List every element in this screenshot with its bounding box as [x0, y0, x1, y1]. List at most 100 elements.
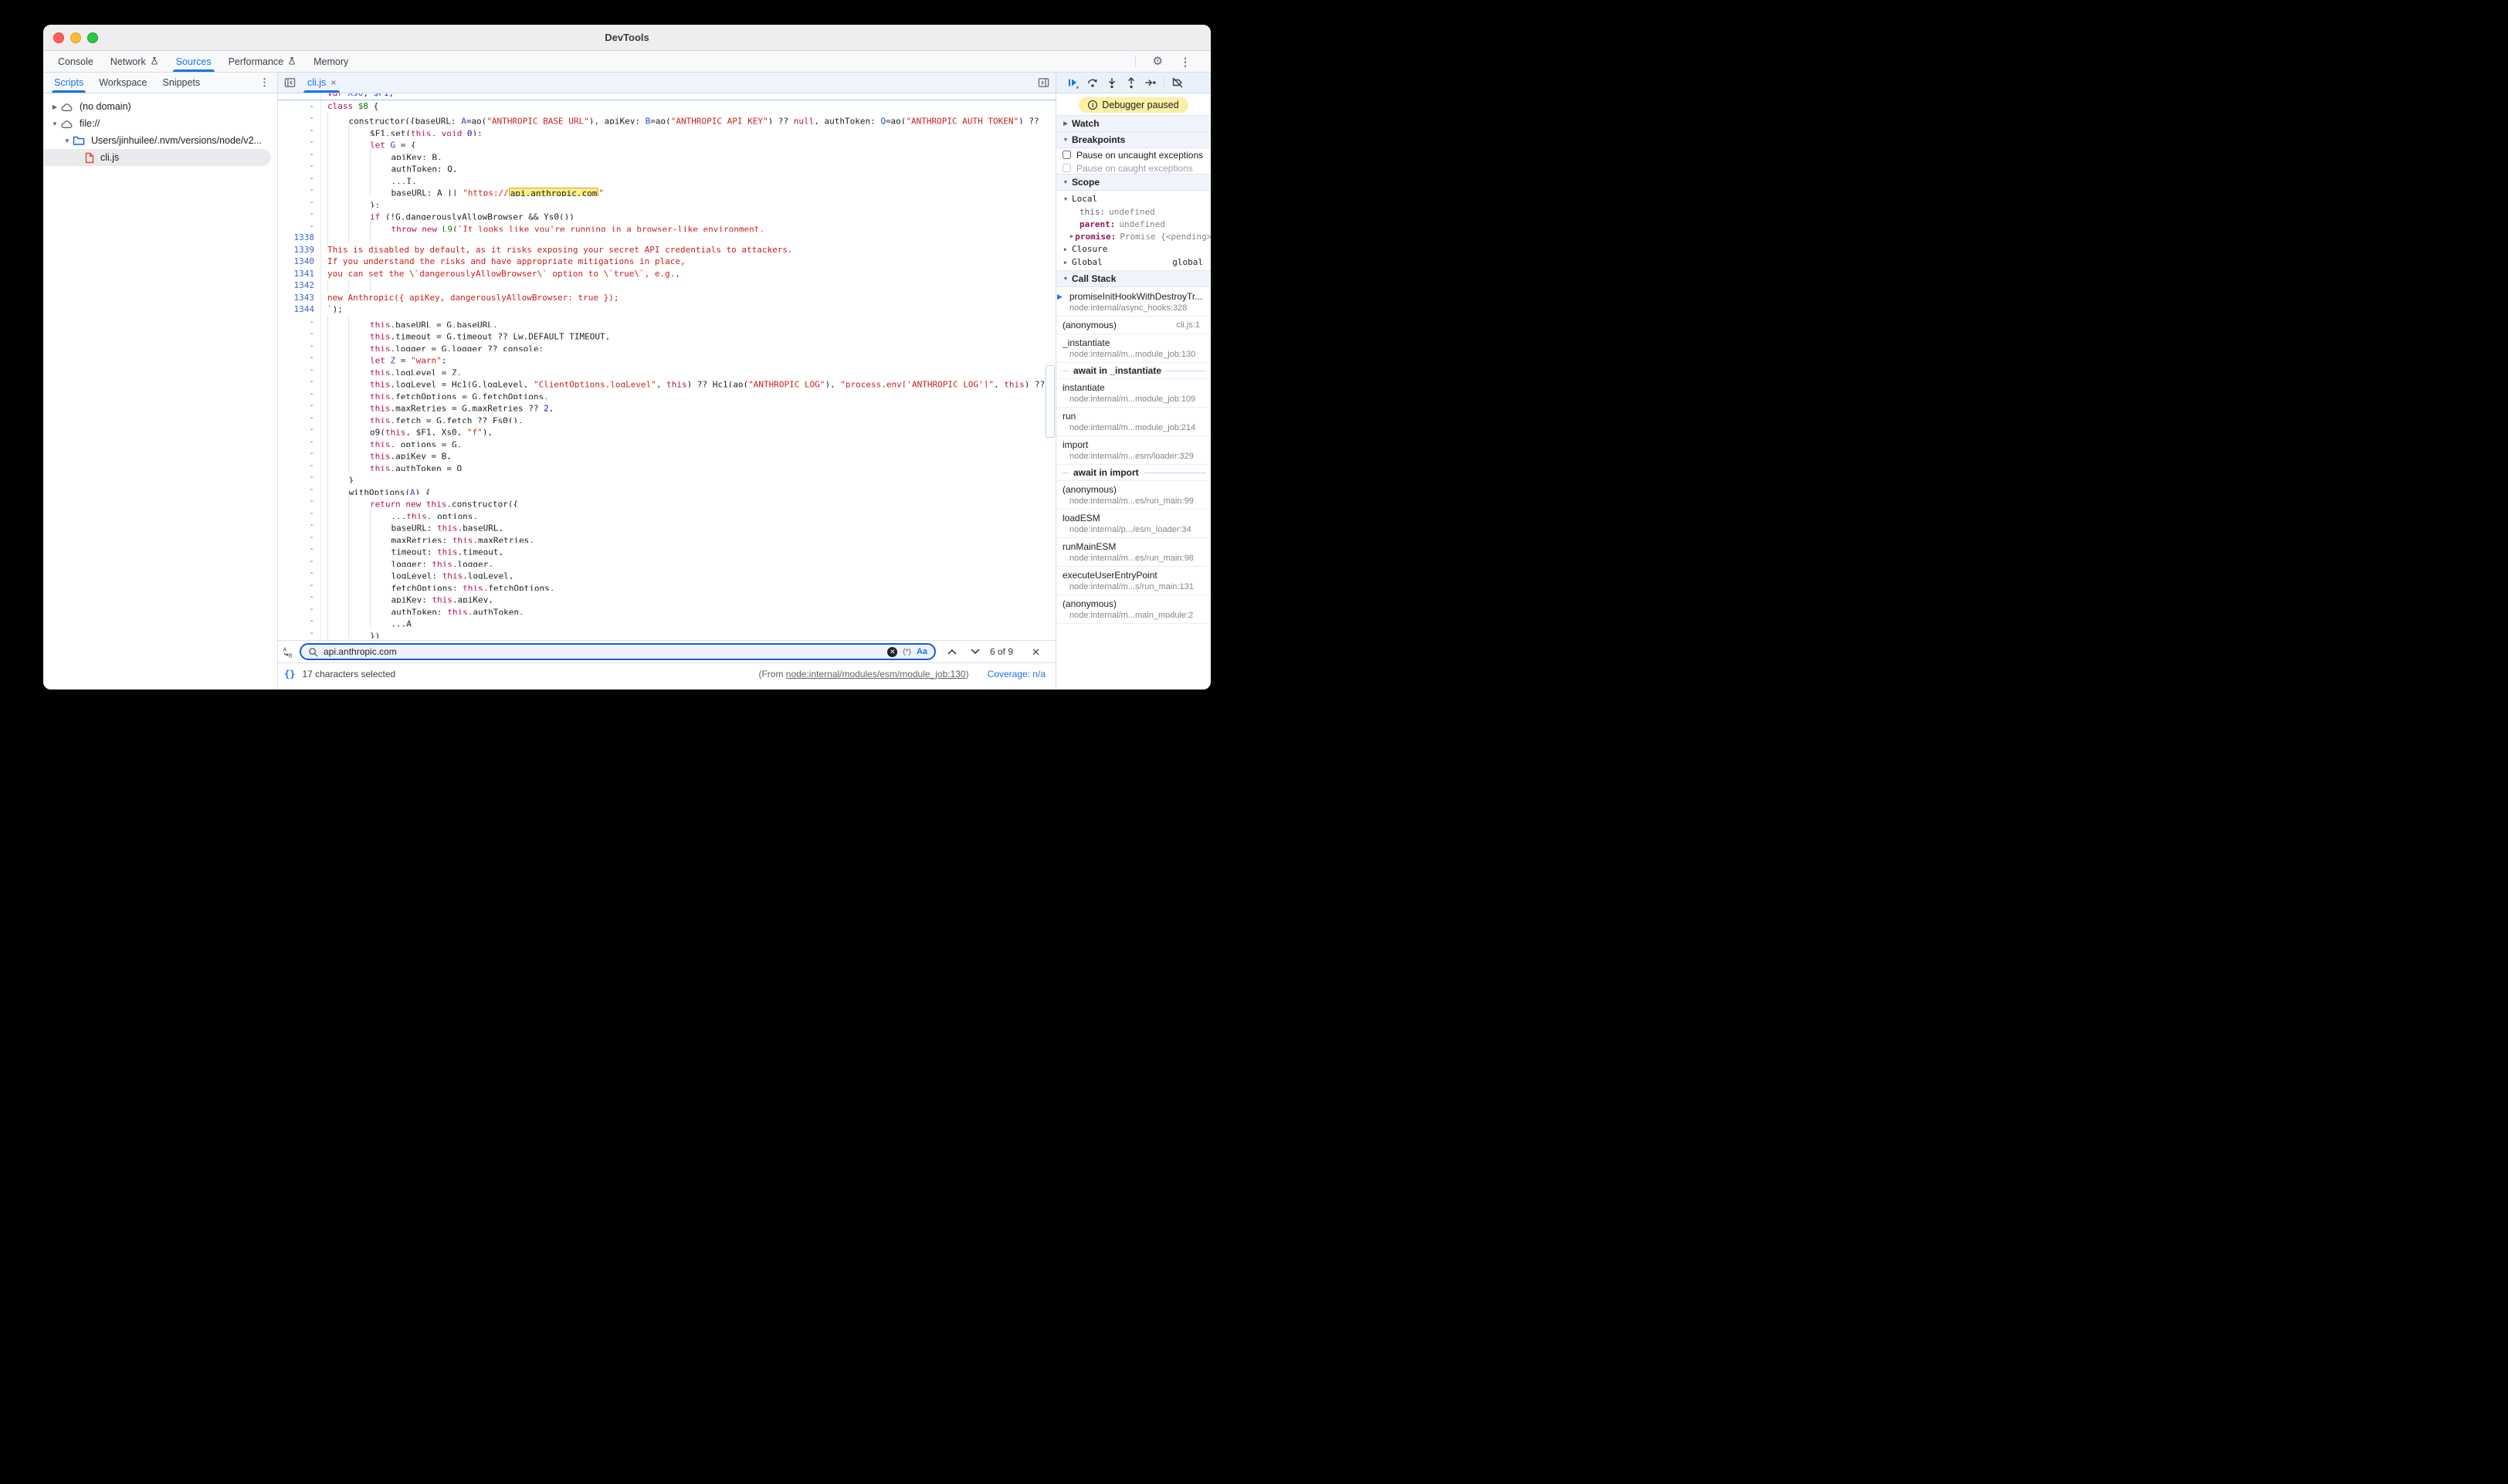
code-line[interactable]: -this.fetch = G.fetch ?? Fs0(),: [278, 412, 1056, 424]
line-gutter[interactable]: -: [278, 495, 320, 507]
line-gutter[interactable]: -: [278, 196, 320, 208]
code-line[interactable]: -o9(this, $F1, Xs0, "f"),: [278, 423, 1056, 435]
line-gutter[interactable]: -: [278, 543, 320, 555]
call-stack-frame[interactable]: (anonymous)node:internal/m...es/run_main…: [1056, 481, 1211, 510]
line-gutter[interactable]: -: [278, 603, 320, 615]
chevron-down-icon[interactable]: ▼: [49, 120, 60, 127]
line-gutter[interactable]: -: [278, 399, 320, 412]
editor-scrollbar-thumb[interactable]: [1046, 365, 1055, 438]
step-out-icon[interactable]: [1125, 76, 1137, 89]
call-stack-frame[interactable]: importnode:internal/m...esm/loader:329: [1056, 436, 1211, 465]
line-gutter[interactable]: -: [278, 327, 320, 340]
clear-search-icon[interactable]: ✕: [887, 647, 897, 657]
call-stack-frame[interactable]: runMainESMnode:internal/m...es/run_main:…: [1056, 538, 1211, 567]
code-line[interactable]: -authToken: this.authToken,: [278, 603, 1056, 615]
code-line[interactable]: -throw new L9(`It looks like you're runn…: [278, 220, 1056, 232]
line-gutter[interactable]: -: [278, 364, 320, 376]
line-gutter[interactable]: -: [278, 351, 320, 364]
line-gutter[interactable]: -: [278, 340, 320, 352]
line-gutter[interactable]: -: [278, 100, 320, 113]
line-gutter[interactable]: -: [278, 316, 320, 328]
line-gutter[interactable]: -: [278, 627, 320, 639]
line-gutter[interactable]: -: [278, 471, 320, 483]
code-line[interactable]: -apiKey: this.apiKey,: [278, 591, 1056, 603]
debugger-panel-toggle-icon[interactable]: [1038, 77, 1049, 88]
call-stack-frame[interactable]: runnode:internal/m...module_job:214: [1056, 408, 1211, 436]
line-gutter[interactable]: -: [278, 423, 320, 435]
code-line[interactable]: var Xs0, $F1;: [278, 93, 1056, 100]
code-line[interactable]: -this._options = G,: [278, 435, 1056, 448]
call-stack-frame[interactable]: loadESMnode:internal/p.../esm_loader:34: [1056, 510, 1211, 538]
coverage-link[interactable]: Coverage: n/a: [988, 669, 1046, 679]
code-line[interactable]: -this.authToken = Q: [278, 459, 1056, 472]
scope-variable-row[interactable]: ▶promise:Promise {<pending>}: [1056, 230, 1211, 242]
code-line[interactable]: -logger: this.logger,: [278, 555, 1056, 568]
close-search-icon[interactable]: ✕: [1032, 641, 1040, 663]
line-gutter[interactable]: -: [278, 555, 320, 568]
braces-icon[interactable]: {}: [284, 669, 295, 679]
line-gutter[interactable]: 1339: [278, 244, 320, 256]
tab-console[interactable]: Console: [49, 51, 102, 72]
line-gutter[interactable]: -: [278, 567, 320, 579]
next-match-icon[interactable]: [970, 647, 981, 656]
section-breakpoints[interactable]: ▼Breakpoints: [1056, 131, 1211, 148]
code-line[interactable]: -authToken: Q,: [278, 160, 1056, 172]
code-line[interactable]: -class $8 {: [278, 100, 1056, 113]
tree-item-node-folder[interactable]: ▼ Users/jinhuilee/.nvm/versions/node/v2.…: [43, 132, 277, 149]
tab-workspace[interactable]: Workspace: [91, 73, 154, 93]
code-line[interactable]: -...A: [278, 615, 1056, 627]
chevron-right-icon[interactable]: ▶: [49, 103, 60, 110]
code-line[interactable]: -this.logger = G.logger ?? console;: [278, 340, 1056, 352]
code-line[interactable]: -this.logLevel = Hc1(G.logLevel, "Client…: [278, 375, 1056, 388]
line-gutter[interactable]: -: [278, 531, 320, 544]
line-gutter[interactable]: 1338: [278, 232, 320, 244]
code-line[interactable]: -baseURL: A || "https://api.anthropic.co…: [278, 184, 1056, 196]
code-line[interactable]: -...I,: [278, 172, 1056, 185]
tab-performance[interactable]: Performance: [220, 51, 306, 72]
code-line[interactable]: -this.timeout = G.timeout ?? Lw.DEFAULT_…: [278, 327, 1056, 340]
code-line[interactable]: -};: [278, 196, 1056, 208]
line-gutter[interactable]: -: [278, 124, 320, 137]
tree-item-cli-js[interactable]: cli.js: [43, 149, 271, 166]
code-line[interactable]: -this.baseURL = G.baseURL,: [278, 316, 1056, 328]
scope-group-local[interactable]: ▼Local: [1056, 192, 1211, 205]
line-gutter[interactable]: -: [278, 136, 320, 148]
resume-icon[interactable]: [1066, 76, 1079, 89]
line-gutter[interactable]: 1341: [278, 268, 320, 280]
line-gutter[interactable]: -: [278, 507, 320, 520]
line-gutter[interactable]: 1342: [278, 280, 320, 292]
previous-match-icon[interactable]: [947, 647, 957, 656]
code-line[interactable]: -baseURL: this.baseURL,: [278, 519, 1056, 531]
search-input[interactable]: [324, 646, 882, 657]
code-line[interactable]: -apiKey: B,: [278, 148, 1056, 161]
code-line[interactable]: -this.apiKey = B,: [278, 447, 1056, 459]
code-line[interactable]: -timeout: this.timeout,: [278, 543, 1056, 555]
line-gutter[interactable]: -: [278, 483, 320, 496]
line-gutter[interactable]: -: [278, 208, 320, 220]
code-line[interactable]: 1344`);: [278, 303, 1056, 316]
code-line[interactable]: -this.maxRetries = G.maxRetries ?? 2,: [278, 399, 1056, 412]
section-scope[interactable]: ▼Scope: [1056, 174, 1211, 191]
line-gutter[interactable]: -: [278, 519, 320, 531]
pause-uncaught-exceptions-row[interactable]: Pause on uncaught exceptions: [1056, 148, 1211, 161]
section-watch[interactable]: ▶Watch: [1056, 115, 1211, 132]
code-line[interactable]: -$F1.set(this, void 0);: [278, 124, 1056, 137]
code-line[interactable]: -constructor({baseURL: A=ao("ANTHROPIC_B…: [278, 112, 1056, 124]
code-line[interactable]: 1340If you understand the risks and have…: [278, 256, 1056, 268]
close-tab-icon[interactable]: ×: [330, 77, 336, 88]
deactivate-breakpoints-icon[interactable]: [1171, 76, 1184, 89]
tab-scripts[interactable]: Scripts: [46, 73, 91, 93]
navigator-toggle-icon[interactable]: [284, 77, 296, 88]
replace-toggle-icon[interactable]: AB: [283, 646, 293, 659]
code-line[interactable]: -if (!G.dangerouslyAllowBrowser && Ys0()…: [278, 208, 1056, 220]
line-gutter[interactable]: -: [278, 412, 320, 424]
code-line[interactable]: -let G = {: [278, 136, 1056, 148]
line-gutter[interactable]: -: [278, 112, 320, 124]
code-line[interactable]: 1342: [278, 280, 1056, 292]
line-gutter[interactable]: -: [278, 615, 320, 627]
code-line[interactable]: -return new this.constructor({: [278, 495, 1056, 507]
tab-network[interactable]: Network: [102, 51, 168, 72]
pause-caught-exceptions-row[interactable]: Pause on caught exceptions: [1056, 161, 1211, 174]
checkbox-pause-uncaught[interactable]: [1063, 151, 1071, 159]
tree-item-file-protocol[interactable]: ▼ file://: [43, 115, 277, 132]
